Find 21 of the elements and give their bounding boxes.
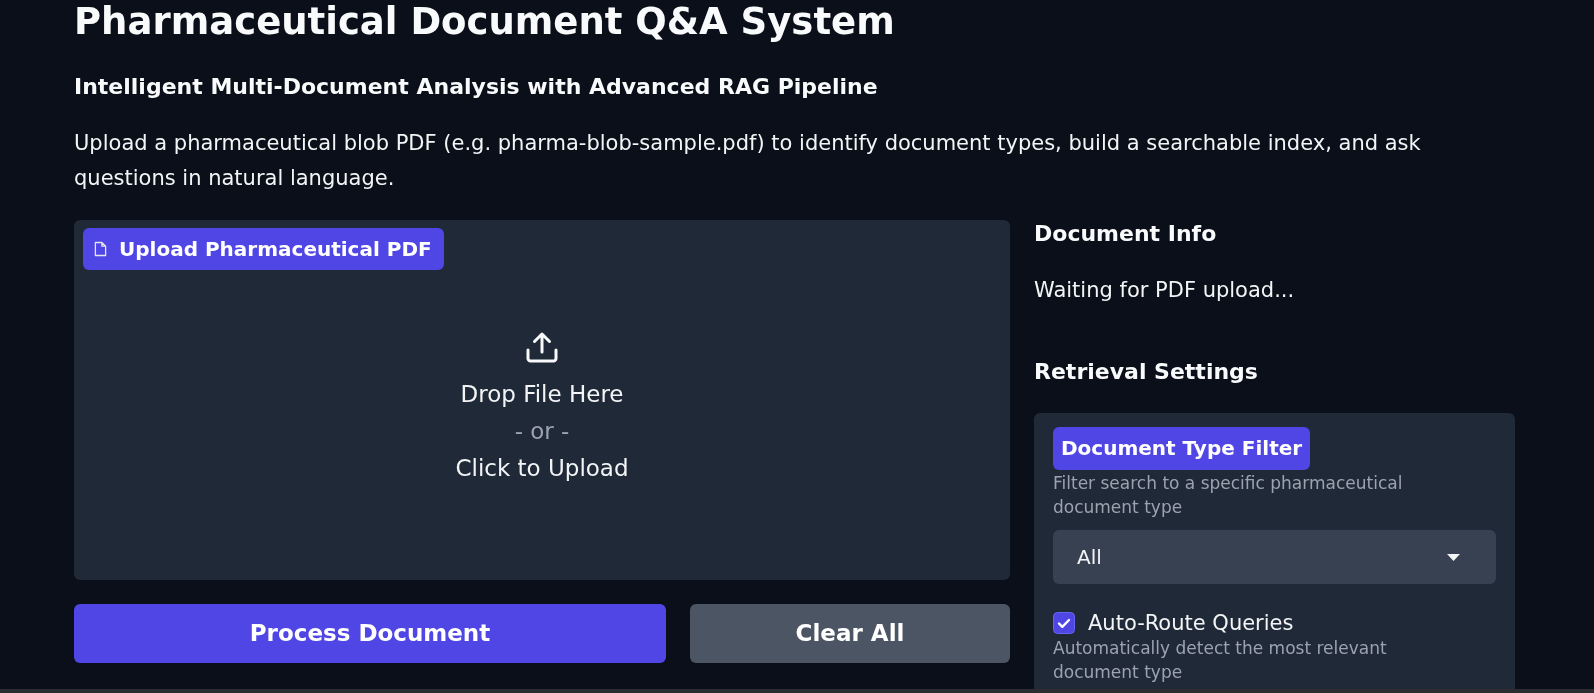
clear-button[interactable]: Clear All [690, 604, 1010, 663]
section-heading: Retrieval Settings [1034, 358, 1259, 386]
checkbox[interactable] [1053, 612, 1075, 634]
or-text: - or - [514, 416, 570, 446]
file-drop-zone[interactable]: Upload Pharmaceutical PDF Drop File Here - or - Click to Upload [74, 220, 1010, 580]
drop-file-text: Drop File Here [460, 379, 624, 409]
page-description: Upload a pharmaceutical blob PDF (e.g. pharma-blob-sample.pdf) to identify document types, build a searchable index, and ask questions in natural language. [74, 130, 1422, 192]
page-title: Pharmaceutical Document Q&A System [74, 0, 896, 44]
status-text: Waiting for PDF upload... [1034, 277, 1296, 303]
page-subtitle: Intelligent Multi-Document Analysis with Advanced RAG Pipeline [74, 73, 879, 101]
field-hint: Automatically detect the most relevant document type [1053, 637, 1388, 684]
upload-label-text: Upload Pharmaceutical PDF [119, 236, 432, 263]
document-type-dropdown[interactable]: All [1053, 530, 1496, 584]
click-to-upload-text: Click to Upload [455, 453, 629, 483]
process-button[interactable]: Process Document [74, 604, 666, 663]
checkbox-label[interactable]: Auto-Route Queries [1088, 610, 1294, 636]
field-hint: Filter search to a specific pharmaceutical document type [1053, 472, 1404, 519]
section-heading: Document Info [1034, 220, 1218, 248]
file-icon [94, 241, 107, 257]
field-label: Document Type Filter [1053, 427, 1311, 470]
caret-icon [1447, 553, 1460, 561]
